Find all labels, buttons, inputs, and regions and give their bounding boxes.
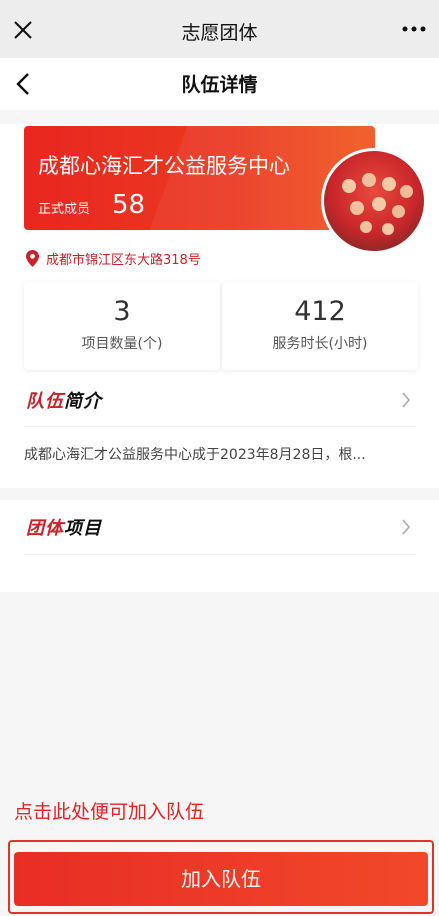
projects-card: 团体项目 (0, 500, 439, 592)
page-title: 队伍详情 (181, 74, 258, 96)
intro-title-black: 简介 (64, 391, 102, 412)
avatar-face (400, 185, 413, 198)
spacer (0, 488, 439, 500)
more-icon[interactable] (401, 18, 427, 40)
avatar-face (382, 177, 396, 191)
member-count: 58 (112, 190, 146, 220)
avatar-face (372, 197, 386, 211)
chevron-right-icon[interactable] (401, 391, 411, 409)
stat-project-count: 3 项目数量(个) (24, 282, 220, 370)
spacer (0, 110, 439, 124)
join-team-button[interactable]: 加入队伍 (14, 852, 428, 906)
team-name: 成都心海汇才公益服务中心 (38, 154, 290, 178)
window-title: 志愿团体 (181, 22, 258, 44)
avatar-face (360, 221, 372, 233)
avatar-face (362, 173, 376, 187)
avatar-face (392, 205, 405, 218)
join-hint-text: 点击此处便可加入队伍 (14, 801, 205, 823)
join-highlight-box: 加入队伍 (8, 840, 434, 914)
team-avatar (321, 148, 427, 254)
stat-value: 3 (113, 296, 131, 327)
page-nav: 队伍详情 (0, 58, 439, 110)
projects-title-black: 项目 (64, 518, 102, 539)
address-text: 成都市锦江区东大路318号 (46, 253, 201, 268)
stat-service-hours: 412 服务时长(小时) (222, 282, 418, 370)
avatar-face (382, 223, 394, 235)
stat-label: 项目数量(个) (81, 336, 163, 352)
stat-value: 412 (294, 296, 346, 327)
location-pin-icon (26, 250, 39, 267)
divider (24, 426, 416, 427)
team-card: 成都心海汇才公益服务中心 正式成员 58 成都市锦江区东大路318号 3 项目数… (0, 124, 439, 488)
avatar-face (350, 201, 364, 215)
projects-section-title[interactable]: 团体项目 (26, 514, 102, 540)
member-label: 正式成员 (38, 202, 91, 217)
window-bar: 志愿团体 (0, 0, 439, 58)
avatar-face (342, 179, 356, 193)
chevron-right-icon[interactable] (401, 518, 411, 536)
intro-text[interactable]: 成都心海汇才公益服务中心成于2023年8月28日，根... (24, 444, 416, 464)
intro-title-red: 队伍 (26, 391, 64, 412)
stat-label: 服务时长(小时) (272, 336, 368, 352)
intro-section-title[interactable]: 队伍简介 (26, 387, 102, 413)
divider (24, 554, 416, 555)
projects-title-red: 团体 (26, 518, 64, 539)
